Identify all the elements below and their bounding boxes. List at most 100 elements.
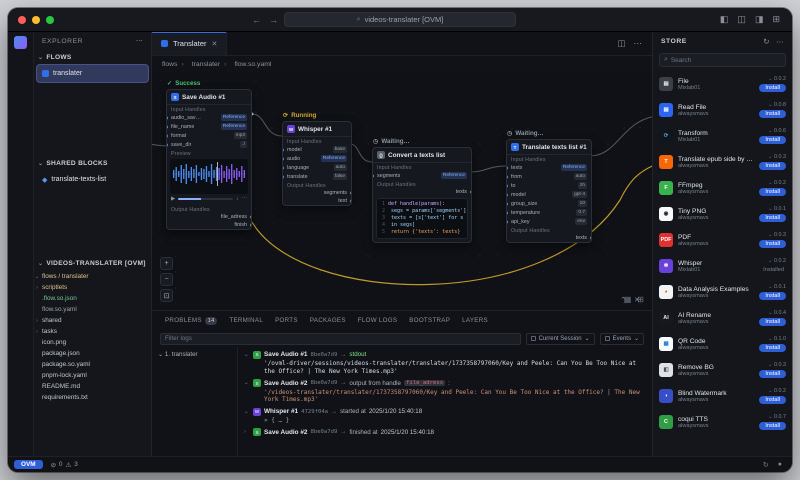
editor-more-icon[interactable]: ⋯ (634, 38, 643, 49)
minimize-window-button[interactable] (32, 15, 40, 24)
output-handle-row[interactable]: segments (283, 189, 351, 197)
store-package-item[interactable]: ▤ File Mixlab01 0.0.2 Install (653, 71, 792, 97)
package-version[interactable]: 0.0.1 (768, 284, 786, 290)
install-button[interactable]: Install (759, 396, 786, 404)
package-version[interactable]: 0.0.6 (768, 128, 786, 134)
file-tree-item[interactable]: README.md (34, 381, 151, 392)
panel-tab[interactable]: BOOTSTRAP (404, 311, 455, 330)
activity-bar-bottom-icon[interactable] (9, 431, 33, 452)
store-package-item[interactable]: ⟳ Transform Mixlab01 0.0.6 Install (653, 123, 792, 149)
input-handle-row[interactable]: format mp3 (167, 131, 251, 140)
install-button[interactable]: Install (759, 84, 786, 92)
expand-chevron-icon[interactable]: ⌄ (244, 352, 250, 358)
download-icon[interactable]: ↓ (236, 196, 239, 202)
store-package-item[interactable]: C coqui TTS alwaysmavs 0.0.7 Install (653, 409, 792, 435)
node-translate-texts-list[interactable]: ◷ Waiting… T Translate texts list #1 Inp… (506, 130, 592, 243)
breadcrumb-item[interactable]: translater (182, 61, 220, 68)
tab-translater[interactable]: Translater ✕ (152, 32, 228, 55)
notifications-icon[interactable]: ● (778, 461, 782, 469)
activity-bar-icon[interactable] (9, 118, 33, 139)
input-handle-row[interactable]: language auto (283, 163, 351, 172)
activity-bar-icon[interactable] (9, 97, 33, 118)
input-handle-row[interactable]: temperature 0.7 (507, 208, 591, 217)
sync-icon[interactable]: ↻ (763, 461, 769, 469)
panel-tab[interactable]: PORTS (270, 311, 303, 330)
panel-tab[interactable]: FLOW LOGS (353, 311, 403, 330)
log-entry[interactable]: ⌄ W Whisper #1 4729f04a → started at 202… (244, 406, 646, 425)
input-handle-row[interactable]: save_dir ./ (167, 140, 251, 149)
output-handle-row[interactable]: text (283, 197, 351, 205)
input-handle-row[interactable]: file_name Reference (167, 122, 251, 131)
playback-progress[interactable] (178, 198, 233, 200)
log-tree-item[interactable]: ⌄ 1. translater (158, 351, 198, 358)
store-package-item[interactable]: ◧ Remove BG alwaysmavs 0.0.3 Install (653, 357, 792, 383)
input-handle-row[interactable]: to zh (507, 181, 591, 190)
input-handle-row[interactable]: texts Reference (507, 163, 591, 172)
log-entry[interactable]: › S Save Audio #2 8be0a7d9 → finished at… (244, 427, 646, 438)
package-version[interactable]: 0.1.0 (768, 336, 786, 342)
command-center[interactable]: ⌕ videos-translater [OVM] (284, 12, 516, 27)
package-version[interactable]: 0.0.3 (768, 154, 786, 160)
flow-canvas[interactable]: ✓ Success S Save Audio #1 Input Handles … (152, 72, 652, 310)
maximize-panel-icon[interactable]: ⌃ (620, 296, 626, 304)
file-tree-item[interactable]: .flow.so.json (34, 293, 151, 304)
package-version[interactable]: 0.0.2 (768, 76, 786, 82)
breadcrumb-item[interactable]: flows (162, 61, 178, 68)
toggle-panel-icon[interactable]: ◫ (737, 14, 746, 25)
expand-chevron-icon[interactable]: › (244, 429, 250, 435)
input-handle-row[interactable]: model base (283, 145, 351, 154)
store-package-item[interactable]: ◕ Data Analysis Examples alwaysmavs 0.0.… (653, 279, 792, 305)
store-search[interactable]: ⌕ (659, 53, 786, 67)
install-button[interactable]: Install (759, 110, 786, 118)
expand-chevron-icon[interactable]: ⌄ (244, 409, 250, 415)
store-search-input[interactable] (670, 56, 781, 64)
toggle-secondary-sidebar-icon[interactable]: ◨ (755, 14, 764, 25)
refresh-icon[interactable]: ↻ (763, 37, 770, 46)
install-button[interactable]: Install (759, 162, 786, 170)
input-handle-row[interactable]: from auto (507, 172, 591, 181)
input-handle-row[interactable]: audio Reference (283, 154, 351, 163)
install-button[interactable]: Install (759, 188, 786, 196)
shared-block-item[interactable]: ◆ translate-texts-list (37, 171, 148, 188)
store-package-item[interactable]: F FFmpeg alwaysmavs 0.0.2 Install (653, 175, 792, 201)
store-package-item[interactable]: PDF PDF alwaysmavs 0.0.3 Install (653, 227, 792, 253)
customize-layout-icon[interactable]: ⊞ (772, 14, 780, 25)
store-more-icon[interactable]: ⋯ (776, 37, 784, 46)
flow-item-translater[interactable]: translater (37, 65, 148, 82)
install-button[interactable]: Install (759, 136, 786, 144)
output-handle-row[interactable]: texts (507, 234, 591, 242)
install-button[interactable]: Install (759, 344, 786, 352)
node-save-audio-1[interactable]: ✓ Success S Save Audio #1 Input Handles … (166, 80, 252, 230)
play-icon[interactable]: ▶ (171, 196, 175, 202)
file-tree-item[interactable]: package.json (34, 348, 151, 359)
file-tree-item[interactable]: package.so.yaml (34, 359, 151, 370)
split-editor-icon[interactable]: ◫ (617, 38, 625, 49)
store-package-item[interactable]: ✻ Whisper Mixlab01 0.0.2 Installed (653, 253, 792, 279)
install-button[interactable]: Install (759, 292, 786, 300)
section-project[interactable]: ⌄ VIDEOS-TRANSLATER [OVM] (34, 256, 151, 271)
close-panel-icon[interactable]: ✕ (634, 296, 640, 304)
activity-bar-icon[interactable] (9, 160, 33, 181)
input-handle-row[interactable]: segments Reference (373, 171, 471, 180)
session-dropdown[interactable]: Current Session ⌄ (525, 332, 595, 345)
activity-bar-icon[interactable] (9, 55, 33, 76)
close-window-button[interactable] (18, 15, 26, 24)
file-tree-item[interactable]: ⌄ flows / translater (34, 271, 151, 282)
panel-tab[interactable]: PACKAGES (305, 311, 351, 330)
store-package-item[interactable]: ◉ Tiny PNG alwaysmavs 0.0.1 Install (653, 201, 792, 227)
package-version[interactable]: 0.0.2 (768, 258, 786, 264)
file-tree-item[interactable]: flow.so.yaml (34, 304, 151, 315)
log-entry[interactable]: ⌄ S Save Audio #1 8be0a7d9 → stdout '/ov… (244, 349, 646, 376)
zoom-in-button[interactable]: + (160, 257, 173, 270)
zoom-out-button[interactable]: − (160, 273, 173, 286)
file-tree-item[interactable]: icon.png (34, 337, 151, 348)
store-package-item[interactable]: ▦ QR Code alwaysmavs 0.1.0 Install (653, 331, 792, 357)
panel-tab[interactable]: LAYERS (457, 311, 493, 330)
events-dropdown[interactable]: Events ⌄ (599, 332, 644, 345)
store-package-item[interactable]: T Translate epub side by … alwaysmavs 0.… (653, 149, 792, 175)
package-version[interactable]: 0.0.3 (768, 232, 786, 238)
output-handle-row[interactable]: finish (167, 221, 251, 229)
file-tree-item[interactable]: › tasks (34, 326, 151, 337)
install-button[interactable]: Install (759, 422, 786, 430)
install-button[interactable]: Install (759, 370, 786, 378)
